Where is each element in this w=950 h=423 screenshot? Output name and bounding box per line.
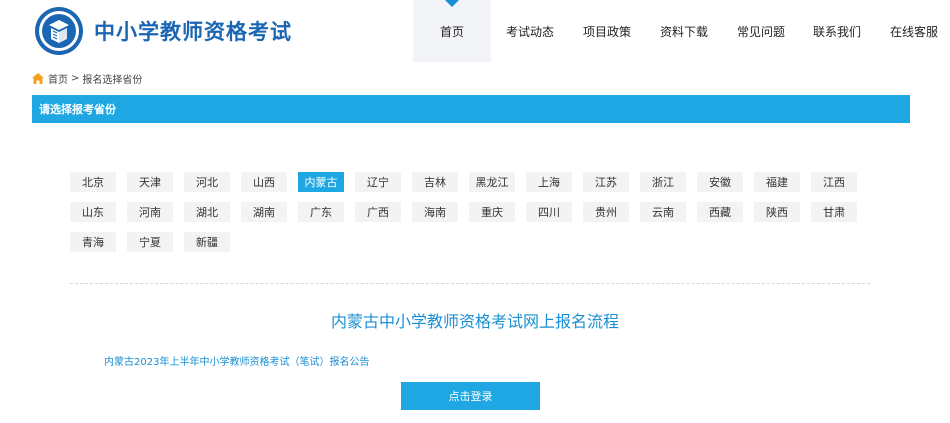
- province-button[interactable]: 四川: [526, 202, 572, 222]
- province-button[interactable]: 贵州: [583, 202, 629, 222]
- province-button[interactable]: 甘肃: [811, 202, 857, 222]
- province-button[interactable]: 湖北: [184, 202, 230, 222]
- province-row-2: 山东 河南 湖北 湖南 广东 广西 海南 重庆 四川 贵州 云南 西藏 陕西 甘…: [70, 202, 870, 222]
- province-button[interactable]: 云南: [640, 202, 686, 222]
- registration-flow-title: 内蒙古中小学教师资格考试网上报名流程: [330, 312, 619, 331]
- nav-home[interactable]: 首页: [413, 0, 491, 62]
- province-row-1: 北京 天津 河北 山西 内蒙古 辽宁 吉林 黑龙江 上海 江苏 浙江 安徽 福建…: [70, 172, 870, 192]
- province-button[interactable]: 江苏: [583, 172, 629, 192]
- breadcrumb-current: 报名选择省份: [82, 75, 143, 86]
- section-title: 请选择报考省份: [39, 103, 116, 116]
- site-title: 中小学教师资格考试: [94, 20, 292, 44]
- nav-policy[interactable]: 项目政策: [569, 0, 645, 62]
- nav-online-service[interactable]: 在线客服: [875, 0, 950, 62]
- province-button[interactable]: 广西: [355, 202, 401, 222]
- province-button[interactable]: 重庆: [469, 202, 515, 222]
- province-button[interactable]: 宁夏: [127, 232, 173, 252]
- province-button-selected[interactable]: 内蒙古: [298, 172, 344, 192]
- teacher-cert-emblem-icon: [35, 7, 83, 55]
- login-button[interactable]: 点击登录: [401, 382, 540, 410]
- province-selector: 北京 天津 河北 山西 内蒙古 辽宁 吉林 黑龙江 上海 江苏 浙江 安徽 福建…: [70, 172, 870, 262]
- province-button[interactable]: 浙江: [640, 172, 686, 192]
- province-button[interactable]: 山东: [70, 202, 116, 222]
- logo[interactable]: 中小学教师资格考试: [34, 6, 292, 56]
- province-button[interactable]: 北京: [70, 172, 116, 192]
- province-button[interactable]: 陕西: [754, 202, 800, 222]
- province-button[interactable]: 福建: [754, 172, 800, 192]
- province-button[interactable]: 上海: [526, 172, 572, 192]
- nav-downloads[interactable]: 资料下载: [645, 0, 723, 62]
- province-button[interactable]: 黑龙江: [469, 172, 515, 192]
- province-button[interactable]: 山西: [241, 172, 287, 192]
- province-button[interactable]: 新疆: [184, 232, 230, 252]
- province-button[interactable]: 西藏: [697, 202, 743, 222]
- nav-contact[interactable]: 联系我们: [799, 0, 875, 62]
- nav-faq[interactable]: 常见问题: [723, 0, 799, 62]
- province-button[interactable]: 湖南: [241, 202, 287, 222]
- province-button[interactable]: 青海: [70, 232, 116, 252]
- province-button[interactable]: 海南: [412, 202, 458, 222]
- province-button[interactable]: 天津: [127, 172, 173, 192]
- province-button[interactable]: 吉林: [412, 172, 458, 192]
- site-header: 中小学教师资格考试 首页 考试动态 项目政策 资料下载 常见问题 联系我们 在线…: [0, 0, 950, 62]
- province-button[interactable]: 江西: [811, 172, 857, 192]
- section-title-bar: 请选择报考省份: [32, 95, 910, 123]
- province-button[interactable]: 广东: [298, 202, 344, 222]
- province-button[interactable]: 安徽: [697, 172, 743, 192]
- breadcrumb: 首页 > 报名选择省份: [32, 71, 142, 86]
- breadcrumb-separator: >: [71, 73, 80, 84]
- province-button[interactable]: 河北: [184, 172, 230, 192]
- registration-notice-link[interactable]: 内蒙古2023年上半年中小学教师资格考试（笔试）报名公告: [104, 353, 369, 368]
- nav-exam-news[interactable]: 考试动态: [491, 0, 569, 62]
- home-icon: [32, 73, 44, 84]
- breadcrumb-home-link[interactable]: 首页: [48, 71, 68, 86]
- province-row-3: 青海 宁夏 新疆: [70, 232, 870, 252]
- province-button[interactable]: 河南: [127, 202, 173, 222]
- main-nav: 首页 考试动态 项目政策 资料下载 常见问题 联系我们 在线客服: [413, 0, 950, 62]
- divider: [70, 283, 870, 284]
- province-button[interactable]: 辽宁: [355, 172, 401, 192]
